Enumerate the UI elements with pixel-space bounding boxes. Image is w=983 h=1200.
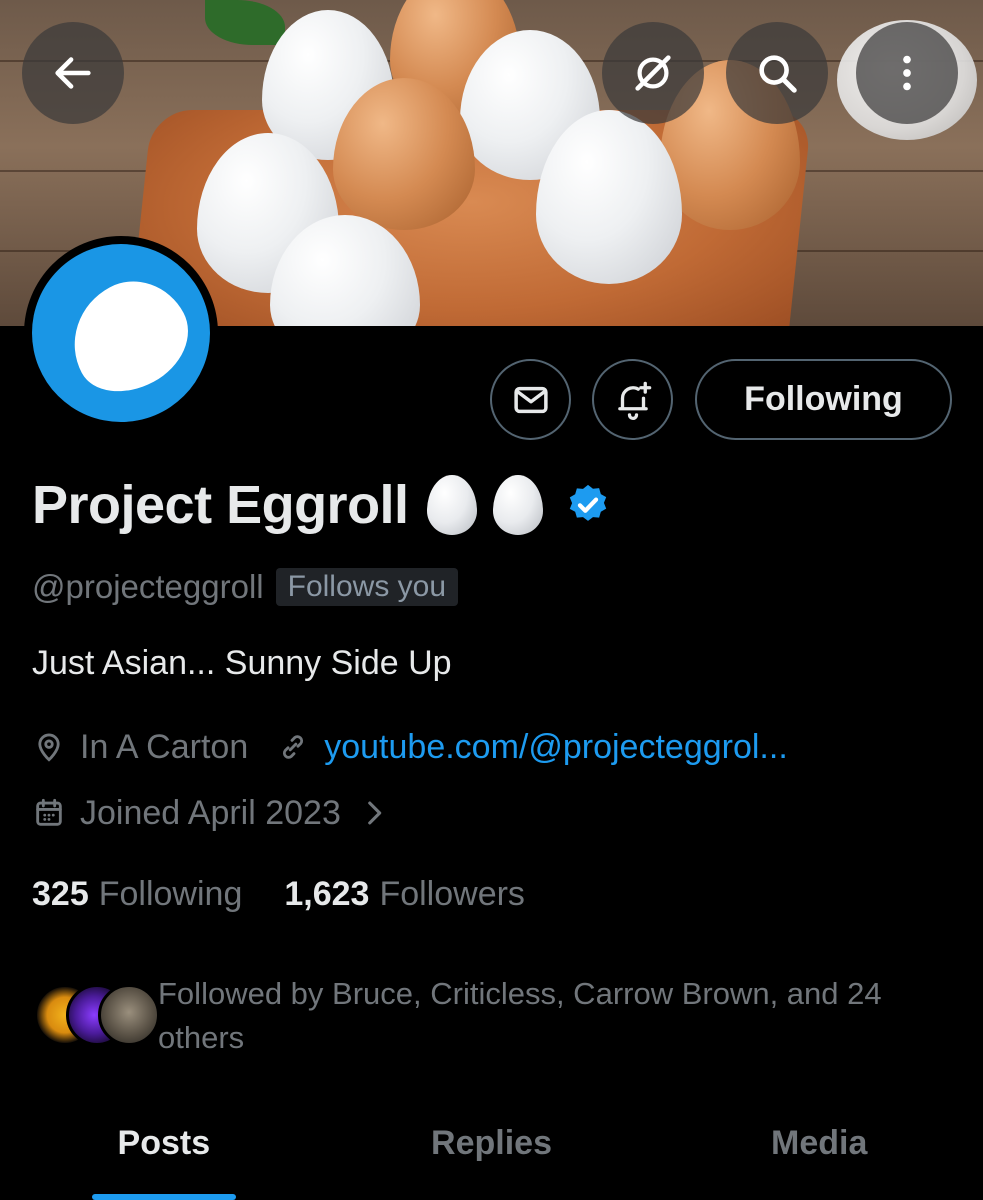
user-handle: @projecteggroll <box>32 568 264 605</box>
tab-posts[interactable]: Posts <box>0 1100 328 1200</box>
grok-button[interactable] <box>602 22 704 124</box>
location-pin-icon <box>38 733 60 762</box>
bell-plus-icon <box>617 381 651 420</box>
handle-row: @projecteggroll Follows you <box>32 564 459 610</box>
calendar-icon <box>36 798 62 826</box>
following-stat[interactable]: 325 Following <box>32 875 242 914</box>
joined-date: Joined April 2023 <box>80 793 341 832</box>
avatar[interactable] <box>24 236 218 430</box>
location-website-row: In A Carton youtube.com/@projecteggrol..… <box>32 724 788 770</box>
link-icon <box>283 735 304 759</box>
followed-by-text: Followed by Bruce, Criticless, Carrow Br… <box>158 976 882 1055</box>
egg-emoji <box>492 475 543 535</box>
following-label: Following <box>98 874 243 913</box>
location-text: In A Carton <box>80 727 249 766</box>
message-button[interactable] <box>490 359 571 440</box>
tab-replies[interactable]: Replies <box>328 1100 656 1200</box>
follow-stats: 325 Following 1,623 Followers <box>32 870 525 918</box>
profile-bio: Just Asian... Sunny Side Up <box>32 644 452 682</box>
back-button[interactable] <box>22 22 124 124</box>
egg-emoji <box>426 475 477 535</box>
search-button[interactable] <box>726 22 828 124</box>
followers-label: Followers <box>379 874 525 913</box>
egg-logo <box>52 262 206 410</box>
following-count: 325 <box>32 874 89 913</box>
tab-media[interactable]: Media <box>655 1100 983 1200</box>
profile-name-row: Project Eggroll <box>32 470 611 540</box>
search-icon <box>759 55 797 93</box>
mail-icon <box>513 386 548 413</box>
grok-icon <box>635 55 671 91</box>
avatar-image <box>32 244 210 422</box>
active-tab-indicator <box>92 1194 236 1200</box>
profile-tabs: Posts Replies Media <box>0 1100 983 1200</box>
followers-stat[interactable]: 1,623 Followers <box>284 875 525 914</box>
joined-row[interactable]: Joined April 2023 <box>32 790 391 836</box>
notifications-button[interactable] <box>592 359 673 440</box>
followed-by-row[interactable]: Followed by Bruce, Criticless, Carrow Br… <box>32 972 932 1062</box>
more-vertical-icon <box>903 55 911 91</box>
verified-badge-icon[interactable] <box>565 482 611 528</box>
website-link[interactable]: youtube.com/@projecteggrol... <box>324 728 788 767</box>
following-button[interactable]: Following <box>695 359 952 440</box>
follower-avatar <box>98 984 160 1046</box>
more-button[interactable] <box>856 22 958 124</box>
chevron-right-icon <box>368 801 382 825</box>
follows-you-badge: Follows you <box>275 568 459 606</box>
leaf-decoration <box>205 0 285 45</box>
followers-count: 1,623 <box>284 874 370 913</box>
arrow-left-icon <box>55 57 91 89</box>
display-name: Project Eggroll <box>32 475 409 535</box>
